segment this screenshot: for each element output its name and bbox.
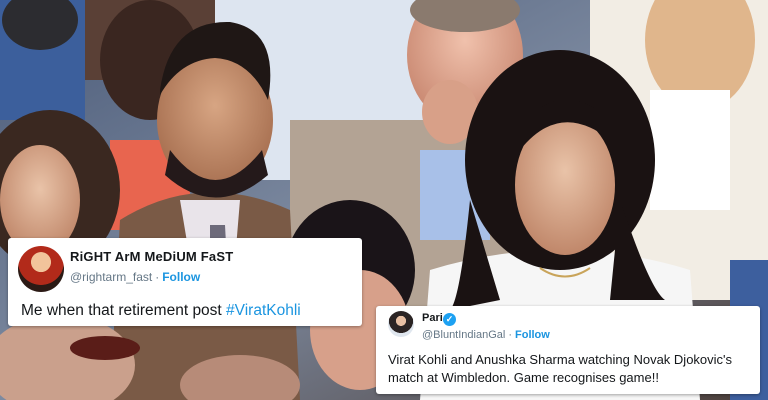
tweet-text: Me when that retirement post #ViratKohli (21, 302, 301, 320)
hashtag-link[interactable]: #ViratKohli (226, 302, 301, 319)
tweet-handle-row: @rightarm_fast · Follow (70, 270, 200, 284)
tweet-author-name[interactable]: Pari (422, 312, 443, 324)
tweet-text: Virat Kohli and Anushka Sharma watching … (388, 352, 733, 385)
tweet-author-handle[interactable]: @rightarm_fast (70, 270, 152, 284)
tweet-card-2[interactable]: Pari ✓ @BluntIndianGal · Follow Virat Kohl… (376, 306, 760, 394)
separator-dot: · (155, 270, 160, 284)
separator-dot: · (508, 329, 512, 341)
tweet-card-1[interactable]: RiGHT ArM MeDiUM FaST @rightarm_fast · Fol… (8, 238, 362, 326)
tweet-handle-row: @BluntIndianGal · Follow (422, 329, 550, 341)
follow-link[interactable]: Follow (162, 270, 200, 284)
profile-avatar-icon[interactable] (18, 246, 64, 292)
news-image: RiGHT ArM MeDiUM FaST @rightarm_fast · Fol… (0, 0, 768, 400)
tweet-text-main: Me when that retirement post (21, 302, 227, 319)
tweet-author-handle[interactable]: @BluntIndianGal (422, 329, 505, 341)
tweet-author-name[interactable]: RiGHT ArM MeDiUM FaST (70, 249, 233, 264)
spectator-sunglasses (70, 336, 140, 360)
follow-link[interactable]: Follow (515, 329, 550, 341)
verified-badge-icon: ✓ (443, 313, 456, 326)
profile-avatar-icon[interactable] (388, 311, 414, 337)
spectator-white-blouse (650, 90, 730, 210)
